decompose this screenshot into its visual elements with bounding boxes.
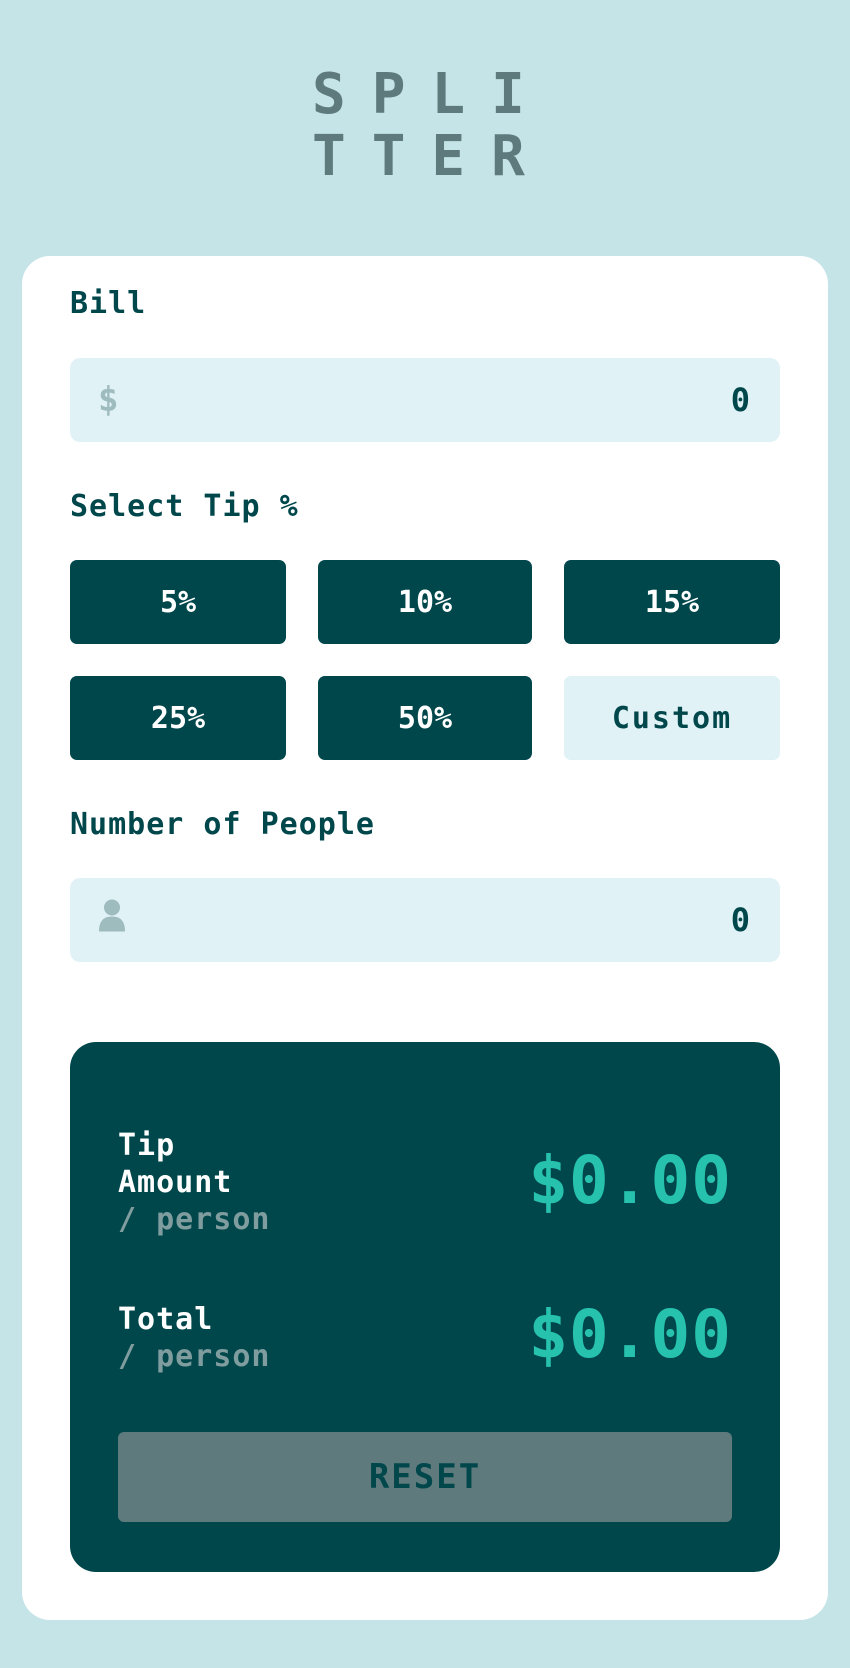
- total-per-person: / person: [118, 1339, 271, 1374]
- app-logo: SPLI TTER: [312, 64, 542, 188]
- logo-line-1: SPLI: [312, 62, 551, 127]
- tip-custom-input[interactable]: Custom: [564, 676, 780, 760]
- calculator-card: Bill $ 0 Select Tip % 5% 10% 15% 25% 50%…: [22, 256, 828, 1620]
- reset-button[interactable]: RESET: [118, 1432, 732, 1522]
- person-icon: [98, 899, 126, 942]
- tip-10-button[interactable]: 10%: [318, 560, 532, 644]
- results-panel: Tip Amount / person $0.00 Total / person…: [70, 1042, 780, 1572]
- bill-input[interactable]: $ 0: [70, 358, 780, 442]
- tip-amount-label-line2: Amount: [118, 1165, 233, 1200]
- number-of-people-label: Number of People: [70, 807, 375, 842]
- dollar-icon: $: [98, 380, 119, 420]
- tip-50-button[interactable]: 50%: [318, 676, 532, 760]
- tip-amount-per-person: / person: [118, 1202, 271, 1237]
- people-input[interactable]: 0: [70, 878, 780, 962]
- tip-amount-value: $0.00: [528, 1142, 732, 1219]
- tip-5-button[interactable]: 5%: [70, 560, 286, 644]
- total-value: $0.00: [528, 1296, 732, 1373]
- total-label: Total / person: [118, 1301, 271, 1375]
- total-label-text: Total: [118, 1302, 214, 1337]
- logo-line-2: TTER: [312, 124, 551, 189]
- tip-25-button[interactable]: 25%: [70, 676, 286, 760]
- select-tip-label: Select Tip %: [70, 489, 299, 524]
- tip-15-button[interactable]: 15%: [564, 560, 780, 644]
- bill-value[interactable]: 0: [731, 381, 750, 419]
- people-value[interactable]: 0: [731, 901, 750, 939]
- tip-amount-label-line1: Tip: [118, 1128, 176, 1163]
- tip-amount-label: Tip Amount / person: [118, 1127, 271, 1238]
- bill-label: Bill: [70, 286, 147, 321]
